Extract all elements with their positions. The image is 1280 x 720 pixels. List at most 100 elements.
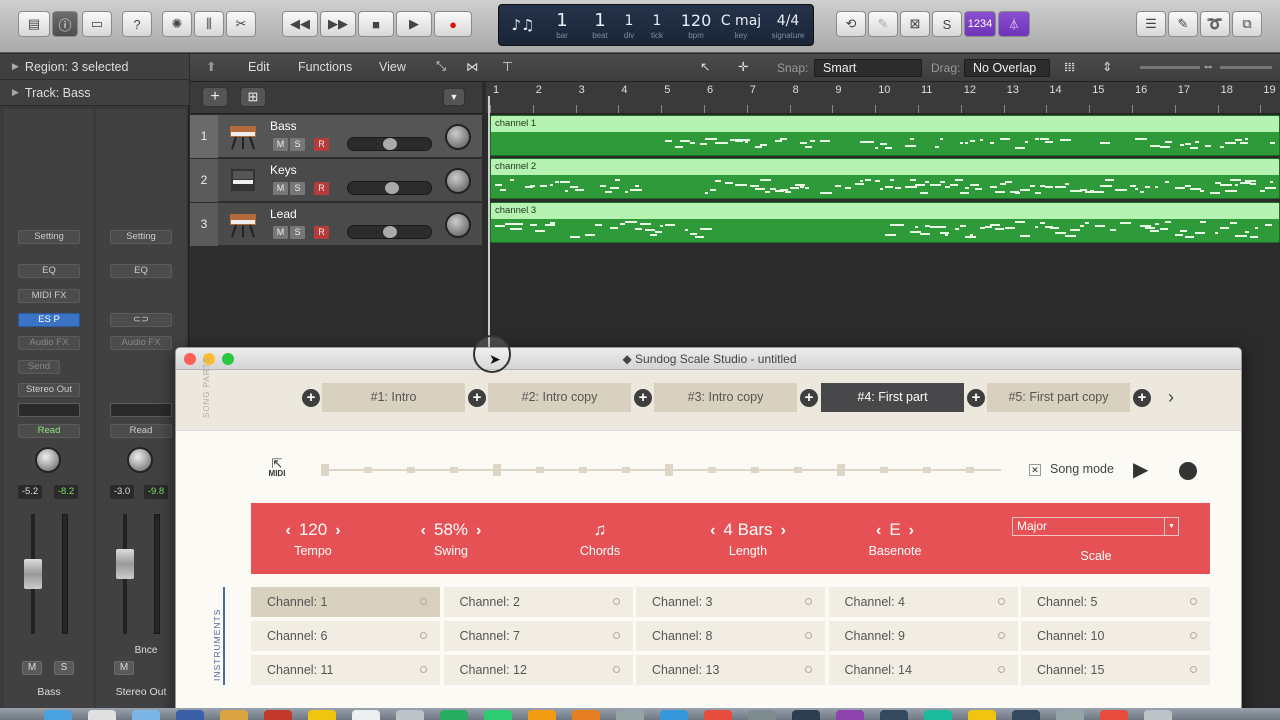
region-inspector-header[interactable]: ▶ Region: 3 selected — [0, 54, 189, 80]
dock-app-icon[interactable] — [1144, 710, 1172, 720]
sequence-step[interactable] — [794, 467, 802, 473]
setting-button[interactable]: Setting — [18, 230, 80, 244]
sequence-step[interactable] — [536, 467, 544, 473]
basenote-value[interactable]: E — [889, 520, 900, 539]
add-part-button[interactable]: + — [1133, 389, 1151, 407]
add-part-button[interactable]: + — [302, 389, 320, 407]
pointer-tool-icon[interactable]: ↖ — [700, 59, 710, 74]
dock-app-icon[interactable] — [616, 710, 644, 720]
channel-button[interactable]: Channel: 1 — [251, 587, 440, 617]
sequence-step[interactable] — [966, 467, 974, 473]
channel-button[interactable]: Channel: 9 — [828, 621, 1018, 651]
automation-mode-button[interactable]: Read — [110, 424, 172, 438]
channel-button[interactable]: Channel: 7 — [443, 621, 633, 651]
channel-button[interactable]: Channel: 3 — [636, 587, 825, 617]
zoom-icon[interactable] — [222, 353, 234, 365]
record-button[interactable] — [1179, 462, 1197, 480]
setting-button[interactable]: Setting — [110, 230, 172, 244]
flex-icon[interactable]: ⋈ — [466, 59, 479, 74]
mute-button[interactable]: M — [22, 661, 42, 675]
group-slot[interactable] — [18, 403, 80, 417]
midi-region[interactable]: channel 2 — [490, 158, 1280, 199]
channel-button[interactable]: Channel: 5 — [1021, 587, 1210, 617]
basenote-increase-button[interactable]: › — [901, 522, 922, 539]
cycle-button[interactable]: ⟲ — [836, 11, 866, 37]
channel-button[interactable]: Channel: 14 — [828, 655, 1018, 685]
dock-app-icon[interactable] — [220, 710, 248, 720]
chords-control[interactable]: ♫ Chords — [530, 519, 670, 558]
track-mute-button[interactable]: M — [273, 226, 288, 239]
group-slot[interactable] — [110, 403, 172, 417]
channel-button[interactable]: Channel: 10 — [1021, 621, 1210, 651]
sequence-step[interactable] — [923, 467, 931, 473]
sequence-step[interactable] — [364, 467, 372, 473]
slider-knob[interactable] — [385, 182, 399, 194]
dock-app-icon[interactable] — [924, 710, 952, 720]
track-pan-knob[interactable] — [445, 168, 471, 194]
add-part-button[interactable]: + — [468, 389, 486, 407]
automation-mode-button[interactable]: Read — [18, 424, 80, 438]
play-button[interactable]: ▶ — [1133, 457, 1148, 482]
sequence-step[interactable] — [665, 464, 673, 476]
send-slot[interactable]: Send — [18, 360, 60, 374]
notepad-button[interactable]: ✎ — [1168, 11, 1198, 37]
channel-button[interactable]: Channel: 8 — [636, 621, 825, 651]
bar-ruler[interactable]: 1 2 3 4 5 6 7 8 9 10 11 12 13 14 15 16 17 18 19 — [486, 82, 1280, 114]
volume-fader-cap[interactable] — [116, 549, 134, 579]
track-inspector-header[interactable]: ▶ Track: Bass — [0, 80, 189, 106]
track-volume-slider[interactable] — [347, 181, 432, 195]
track-volume-slider[interactable] — [347, 225, 432, 239]
sequence-step[interactable] — [579, 467, 587, 473]
track-name[interactable]: Keys — [270, 163, 297, 177]
functions-menu[interactable]: Functions — [298, 60, 352, 74]
add-part-button[interactable]: + — [800, 389, 818, 407]
inspector-button[interactable]: ⓘ — [52, 11, 78, 37]
sequence-step[interactable] — [407, 467, 415, 473]
lcd-display[interactable]: ♪♫ 1 bar 1 beat 1 div 1 tick 120 bpm C maj key… — [498, 4, 814, 46]
song-mode-checkbox[interactable]: ✕ — [1029, 464, 1041, 476]
filter-icon[interactable]: ⊤ — [502, 59, 513, 74]
track-record-button[interactable]: R — [314, 182, 329, 195]
sequence-step[interactable] — [450, 467, 458, 473]
metronome-button[interactable]: ⏃ — [998, 11, 1030, 37]
audio-fx-slot[interactable]: Audio FX — [18, 336, 80, 350]
instrument-slot[interactable]: ES P — [18, 313, 80, 327]
channel-button[interactable]: Channel: 13 — [636, 655, 825, 685]
add-part-button[interactable]: + — [634, 389, 652, 407]
stop-button[interactable]: ■ — [358, 11, 394, 37]
forward-button[interactable]: ▶▶ — [320, 11, 356, 37]
dock-app-icon[interactable] — [264, 710, 292, 720]
dock-app-icon[interactable] — [396, 710, 424, 720]
library-button[interactable]: ▤ — [18, 11, 50, 37]
editors-button[interactable]: ✂ — [226, 11, 256, 37]
dock-app-icon[interactable] — [528, 710, 556, 720]
track-mute-button[interactable]: M — [273, 138, 288, 151]
horizontal-zoom-icon[interactable]: ⇔ — [1202, 59, 1215, 73]
track-mute-button[interactable]: M — [273, 182, 288, 195]
mute-button[interactable]: M — [114, 661, 134, 675]
vertical-zoom-icon[interactable]: ⇕ — [1102, 59, 1112, 74]
dock-app-icon[interactable] — [308, 710, 336, 720]
midi-fx-slot[interactable]: MIDI FX — [18, 289, 80, 303]
sequence-step[interactable] — [493, 464, 501, 476]
solo-button[interactable]: S — [54, 661, 74, 675]
view-menu[interactable]: View — [379, 60, 406, 74]
vertical-zoom-slider[interactable] — [1140, 66, 1200, 69]
replace-button[interactable]: ⊠ — [900, 11, 930, 37]
edit-menu[interactable]: Edit — [248, 60, 270, 74]
track-row-keys[interactable]: 2 Keys M S R — [190, 159, 482, 202]
track-options-button[interactable]: ▼ — [443, 88, 465, 106]
horizontal-zoom-slider[interactable] — [1220, 66, 1272, 69]
track-solo-button[interactable]: S — [290, 138, 305, 151]
track-name[interactable]: Bass — [270, 119, 297, 133]
browsers-button[interactable]: ⧉ — [1232, 11, 1262, 37]
dock-app-icon[interactable] — [1056, 710, 1084, 720]
midi-region[interactable]: channel 1 — [490, 115, 1280, 156]
marquee-tool-icon[interactable]: ✛ — [738, 59, 748, 74]
dock-app-icon[interactable] — [660, 710, 688, 720]
swing-decrease-button[interactable]: ‹ — [413, 522, 434, 539]
channel-button[interactable]: Channel: 11 — [251, 655, 440, 685]
tempo-value[interactable]: 120 — [299, 520, 327, 539]
track-name[interactable]: Lead — [270, 207, 297, 221]
dock-app-icon[interactable] — [132, 710, 160, 720]
